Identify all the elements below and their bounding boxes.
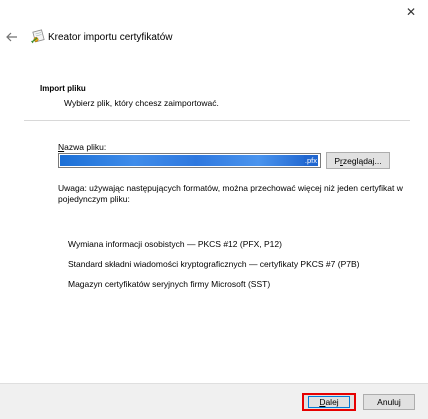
back-arrow-icon (6, 32, 17, 42)
back-button[interactable] (5, 30, 19, 44)
file-name-label: Nazwa pliku: (58, 142, 106, 152)
next-button-focus: Dalej (308, 396, 350, 408)
file-extension-text: .pfx (303, 155, 318, 166)
header-divider (24, 120, 410, 121)
browse-button[interactable]: Pr zeglądaj... (326, 152, 390, 169)
wizard-title: Kreator importu certyfikatów (48, 32, 173, 43)
formats-note: Uwaga: używając następujących formatów, … (58, 183, 403, 204)
cancel-button[interactable]: Anuluj (363, 394, 415, 410)
next-button[interactable]: Dalej (302, 393, 356, 411)
file-name-label-text: azwa pliku: (64, 142, 107, 152)
section-title: Import pliku (40, 84, 86, 93)
certificate-import-wizard-window: ✕ Kreator importu certyfikatów Import pl… (0, 0, 428, 419)
certificate-wizard-icon (31, 29, 45, 44)
format-item-pfx: Wymiana informacji osobistych — PKCS #12… (68, 239, 282, 249)
next-label-text: alej (325, 397, 339, 407)
format-item-p7b: Standard składni wiadomości kryptografic… (68, 259, 360, 269)
browse-label-post: zeglądaj... (342, 155, 382, 166)
section-description: Wybierz plik, który chcesz zaimportować. (64, 98, 219, 108)
format-item-sst: Magazyn certyfikatów seryjnych firmy Mic… (68, 279, 271, 289)
wizard-footer: Dalej Anuluj (0, 383, 428, 419)
close-icon: ✕ (405, 5, 417, 19)
page-header: Import pliku Wybierz plik, który chcesz … (24, 70, 410, 120)
close-button[interactable]: ✕ (400, 3, 422, 21)
selected-path-text (60, 155, 308, 166)
file-name-input[interactable]: .pfx (58, 153, 321, 168)
